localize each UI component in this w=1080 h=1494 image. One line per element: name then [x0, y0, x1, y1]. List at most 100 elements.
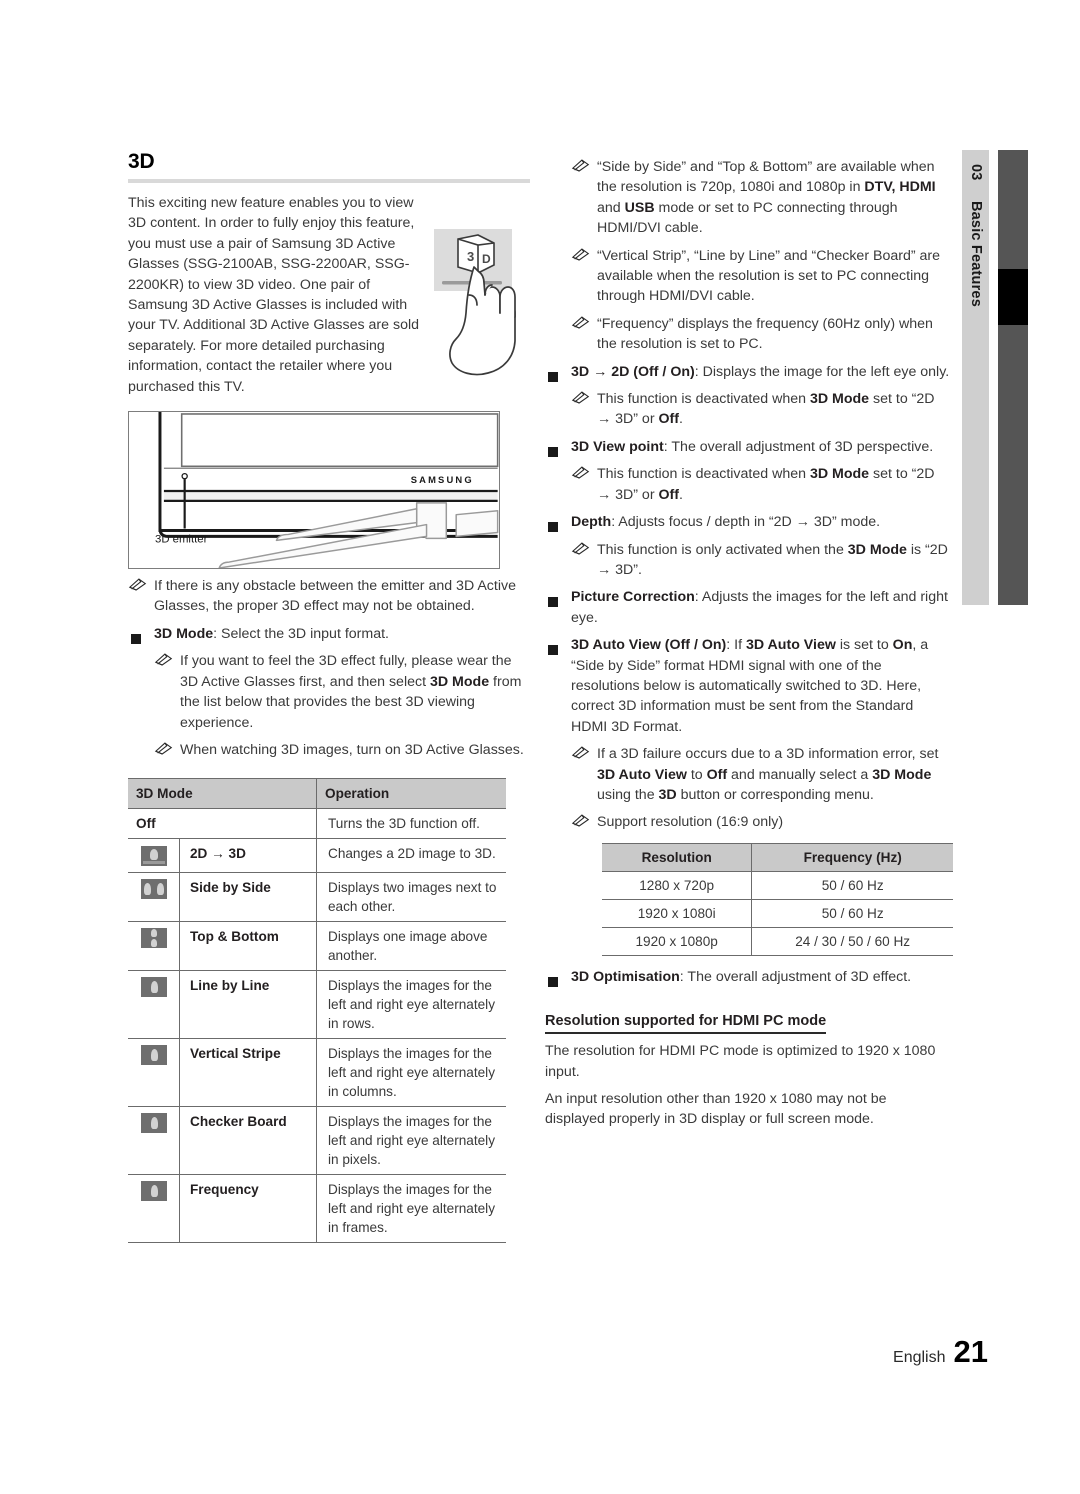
note-text: If a 3D failure occurs due to a 3D infor…: [597, 744, 950, 805]
side-by-side-icon: [141, 879, 167, 900]
column-header-resolution: Resolution: [602, 842, 753, 872]
table-row: Frequency Displays the images for the lef…: [128, 1173, 506, 1243]
emphasis-text: 3D Optimisation: [571, 968, 680, 985]
svg-text:D: D: [482, 252, 491, 266]
mode-name: Side by Side: [179, 871, 317, 922]
page-title: 3D: [128, 150, 155, 173]
mode-operation: Turns the 3D function off.: [316, 808, 506, 840]
mode-name: 2D → 3D: [179, 838, 317, 873]
note-text: If there is any obstacle between the emi…: [154, 578, 516, 615]
emphasis-text: 3D Mode: [809, 391, 870, 408]
emphasis-text: 3D View point: [571, 438, 664, 455]
line-by-line-icon: [141, 977, 167, 998]
emphasis-text: 3D Auto View: [746, 637, 836, 654]
document-page: 3D 3 D This exciting new feature enables…: [0, 0, 1080, 1494]
plain-text: and: [597, 199, 625, 216]
emphasis-text: 3D Auto View (Off / On): [571, 637, 727, 654]
bullet-item: 3D View point: The overall adjustment of…: [545, 437, 950, 457]
note-text: Support resolution (16:9 only): [597, 812, 950, 832]
pencil-note-icon: [154, 652, 174, 668]
plain-text: : The overall adjustment of 3D perspecti…: [663, 438, 934, 455]
note-item: “Vertical Strip”, “Line by Line” and “Ch…: [545, 246, 950, 307]
mode-icon-cell: [128, 969, 180, 1039]
chapter-index-marker: [998, 269, 1028, 325]
note-item: “Frequency” displays the frequency (60Hz…: [545, 314, 950, 355]
mode-name: Vertical Stripe: [179, 1037, 317, 1107]
emphasis-text: Off: [658, 411, 680, 428]
pencil-note-icon: [571, 315, 591, 331]
emphasis-text: 3D Mode: [847, 541, 907, 558]
pencil-note-icon: [571, 465, 591, 481]
mode-icon-cell: [128, 871, 180, 922]
note-text: “Side by Side” and “Top & Bottom” are av…: [597, 157, 950, 239]
resolution-value: 1920 x 1080i: [602, 898, 753, 928]
column-header-frequency: Frequency (Hz): [751, 842, 953, 872]
svg-text:3D emitter: 3D emitter: [155, 533, 208, 545]
pencil-note-icon: [571, 247, 591, 263]
mode-icon-cell: [128, 1037, 180, 1107]
plain-text: If a 3D failure occurs due to a 3D infor…: [597, 746, 939, 763]
resolution-value: 1920 x 1080p: [602, 926, 753, 956]
hdmi-pc-paragraph-2: An input resolution other than 1920 x 10…: [545, 1091, 887, 1128]
title-underline: [128, 179, 530, 183]
note-text: When watching 3D images, turn on 3D Acti…: [180, 741, 524, 758]
mode-icon-cell: [128, 1105, 180, 1175]
mode-icon-cell: [128, 920, 180, 971]
emphasis-text: 3D Mode: [809, 466, 870, 483]
bullet-text: Depth: Adjusts focus / depth in “2D → 3D…: [571, 512, 950, 532]
right-notes-list: “Side by Side” and “Top & Bottom” are av…: [545, 157, 950, 833]
chapter-number: 03: [968, 164, 984, 181]
bullet-item: Picture Correction: Adjusts the images f…: [545, 587, 950, 628]
square-bullet-icon: [548, 593, 568, 609]
note-text: This function is only activated when the…: [597, 540, 950, 581]
note-item: This function is deactivated when 3D Mod…: [545, 464, 950, 505]
mode-name: Off: [128, 808, 317, 840]
remote-3d-button-illustration: 3 D: [422, 221, 532, 381]
2d-to-3d-icon: [141, 845, 167, 866]
plain-text: is set to: [835, 637, 893, 654]
note-text: “Vertical Strip”, “Line by Line” and “Ch…: [597, 246, 950, 307]
column-header-operation: Operation: [316, 778, 506, 810]
vertical-stripe-icon: [141, 1045, 167, 1066]
bullet-text: 3D → 2D (Off / On): Displays the image f…: [571, 362, 950, 382]
frequency-icon: [141, 1181, 167, 1202]
mode-name: Top & Bottom: [179, 920, 317, 971]
table-row: Side by Side Displays two images next to …: [128, 871, 506, 922]
table-body: Off Turns the 3D function off. 2D → 3D Chan…: [128, 808, 506, 1243]
footer-language: English: [893, 1349, 946, 1366]
bullet-item: 3D Auto View (Off / On): If 3D Auto View…: [545, 635, 950, 737]
mode-name: Checker Board: [179, 1105, 317, 1175]
emphasis-text: 3D → 2D (Off / On): [571, 363, 695, 380]
plain-text: to: [686, 766, 707, 783]
frequency-value: 24 / 30 / 50 / 60 Hz: [751, 926, 953, 956]
mode-name: Frequency: [179, 1173, 317, 1243]
plain-text: using the: [597, 786, 659, 803]
footer-page-number: 21: [953, 1334, 988, 1369]
note-item: If a 3D failure occurs due to a 3D infor…: [545, 744, 950, 805]
bullet-text: : Select the 3D input format.: [213, 625, 389, 642]
table-row: 1280 x 720p 50 / 60 Hz: [602, 870, 953, 900]
bullet-text: 3D Auto View (Off / On): If 3D Auto View…: [571, 635, 950, 737]
table-row: Off Turns the 3D function off.: [128, 808, 506, 840]
plain-text: : Displays the image for the left eye on…: [694, 363, 950, 380]
square-bullet-icon: [131, 630, 151, 646]
note-item: When watching 3D images, turn on 3D Acti…: [128, 740, 530, 760]
emphasis-text: Picture Correction: [571, 589, 695, 606]
note-item: This function is deactivated when 3D Mod…: [545, 389, 950, 430]
square-bullet-icon: [548, 641, 568, 657]
table-row: Checker Board Displays the images for the…: [128, 1105, 506, 1175]
checker-board-icon: [141, 1113, 167, 1134]
right-column: “Side by Side” and “Top & Bottom” are av…: [545, 150, 953, 1130]
plain-text: This function is deactivated when: [597, 466, 810, 483]
plain-text: This function is only activated when the: [597, 541, 848, 558]
table-body: 1280 x 720p 50 / 60 Hz 1920 x 1080i 50 / 60…: [602, 870, 953, 956]
note-text: This function is deactivated when 3D Mod…: [597, 389, 950, 430]
left-notes-list: If there is any obstacle between the emi…: [128, 576, 530, 760]
table-row: 2D → 3D Changes a 2D image to 3D.: [128, 838, 506, 873]
square-bullet-icon: [548, 518, 568, 534]
resolution-value: 1280 x 720p: [602, 870, 753, 900]
page-footer: English 21: [893, 1334, 988, 1370]
mode-operation: Changes a 2D image to 3D.: [316, 838, 506, 873]
table-row: 1920 x 1080i 50 / 60 Hz: [602, 898, 953, 928]
square-bullet-icon: [548, 443, 568, 459]
